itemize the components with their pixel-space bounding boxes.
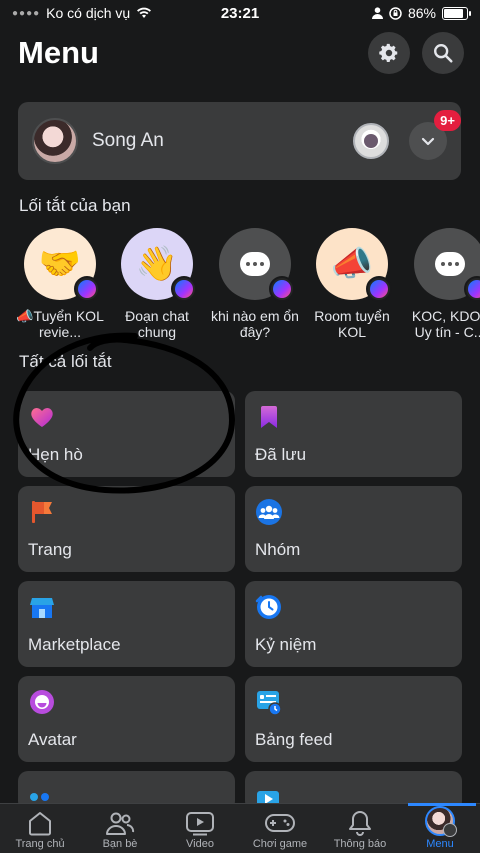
- tab-home[interactable]: Trang chủ: [0, 804, 80, 853]
- search-button[interactable]: [422, 32, 464, 74]
- wifi-icon: [137, 7, 152, 19]
- tab-label: Menu: [426, 838, 454, 850]
- tile-label: Marketplace: [28, 635, 121, 654]
- profile-switcher-button[interactable]: 9+: [409, 110, 461, 160]
- video-icon: [186, 812, 214, 836]
- tab-notifications[interactable]: Thông báo: [320, 804, 400, 853]
- rotation-lock-icon: [389, 6, 402, 20]
- tile-dating[interactable]: Hẹn hò: [18, 391, 235, 477]
- tile-label: Bảng feed: [255, 730, 333, 749]
- tab-label: Video: [186, 838, 214, 850]
- tile-label: Avatar: [28, 730, 77, 749]
- profile-name: Song An: [92, 130, 164, 151]
- messenger-icon: [464, 276, 480, 302]
- shortcut-item[interactable]: 🤝 📣Tuyển KOL revie...: [12, 228, 108, 342]
- shortcut-avatar: 👋: [121, 228, 197, 302]
- shortcut-item[interactable]: KOC, KDOL Uy tín - C...: [402, 228, 480, 342]
- clock-icon: [255, 595, 281, 619]
- heart-icon: [31, 408, 53, 427]
- search-icon: [434, 44, 453, 63]
- all-shortcuts-title: Tất cả lối tắt: [19, 352, 112, 371]
- avatar: [32, 118, 78, 164]
- bookmark-icon: [261, 406, 277, 428]
- home-icon: [29, 812, 51, 836]
- waving-hand-icon: 👋: [135, 245, 179, 283]
- messenger-icon: [74, 276, 100, 302]
- profile-avatar: [425, 806, 457, 837]
- page-title: Menu: [18, 35, 99, 70]
- tile-label: Đã lưu: [255, 445, 307, 464]
- tab-label: Bạn bè: [102, 838, 138, 850]
- shortcut-item[interactable]: 👋 Đoạn chat chung: [109, 228, 205, 342]
- battery-icon: [442, 6, 471, 20]
- carrier-label: Ko có dịch vụ: [46, 5, 131, 21]
- tile-saved[interactable]: Đã lưu: [245, 391, 462, 477]
- tile-marketplace[interactable]: Marketplace: [18, 581, 235, 667]
- store-icon: [30, 598, 54, 618]
- shortcut-label: khi nào em ổn đây?: [211, 308, 299, 340]
- tile-label: Hẹn hò: [28, 445, 83, 464]
- handshake-icon: 🤝: [38, 245, 82, 283]
- shortcut-avatar: 🤝: [24, 228, 100, 302]
- tile-feeds[interactable]: Bảng feed: [245, 676, 462, 762]
- notification-badge: 9+: [434, 110, 461, 131]
- chat-bubble-icon: [240, 252, 270, 276]
- shortcut-label: KOC, KDOL Uy tín - C...: [411, 308, 480, 340]
- shortcuts-row: 🤝 📣Tuyển KOL revie... 👋 Đoạn chat chung …: [0, 228, 480, 358]
- tab-label: Thông báo: [333, 838, 387, 850]
- tile-label: Trang: [28, 540, 72, 559]
- messenger-icon: [269, 276, 295, 302]
- tab-video[interactable]: Video: [160, 804, 240, 853]
- tile-pages[interactable]: Trang: [18, 486, 235, 572]
- shortcut-item[interactable]: 📣 Room tuyển KOL: [304, 228, 400, 342]
- chat-bubble-icon: [435, 252, 465, 276]
- tab-menu[interactable]: Menu: [400, 803, 480, 853]
- person-icon: [371, 7, 383, 19]
- groups-icon: [256, 499, 282, 525]
- shortcut-avatar: 📣: [316, 228, 392, 302]
- tab-gaming[interactable]: Chơi game: [240, 804, 320, 853]
- shortcut-item[interactable]: khi nào em ổn đây?: [207, 228, 303, 342]
- bell-icon: [349, 811, 371, 836]
- shortcut-avatar: [219, 228, 295, 302]
- tab-bar: Trang chủ Bạn bè Video Chơi game Thông b…: [0, 803, 480, 853]
- flag-icon: [32, 501, 52, 523]
- status-bar: ●●●● Ko có dịch vụ 23:21 86%: [0, 0, 480, 26]
- feed-icon: [257, 691, 282, 716]
- tab-label: Trang chủ: [15, 838, 65, 850]
- tile-label: Nhóm: [255, 540, 301, 559]
- chevron-down-icon: [421, 137, 435, 146]
- messenger-icon: [171, 276, 197, 302]
- tile-label: Kỷ niệm: [255, 635, 317, 654]
- shortcut-label: 📣Tuyển KOL revie...: [16, 308, 104, 340]
- avatar-icon: [30, 690, 54, 714]
- shortcut-avatar: [414, 228, 480, 302]
- header: Menu: [18, 30, 464, 76]
- signal-icon: ●●●●: [12, 7, 41, 19]
- messenger-icon: [366, 276, 392, 302]
- tile-groups[interactable]: Nhóm: [245, 486, 462, 572]
- shortcut-label: Đoạn chat chung: [125, 308, 189, 340]
- settings-button[interactable]: [368, 32, 410, 74]
- tile-avatar[interactable]: Avatar: [18, 676, 235, 762]
- profile-card[interactable]: Song An 9+: [18, 102, 461, 180]
- tab-friends[interactable]: Bạn bè: [80, 804, 160, 853]
- friends-icon: [106, 812, 135, 835]
- shortcut-label: Room tuyển KOL: [314, 308, 390, 340]
- switch-profile-avatar[interactable]: [353, 123, 389, 159]
- tile-memories[interactable]: Kỷ niệm: [245, 581, 462, 667]
- gear-icon: [379, 43, 398, 62]
- gamepad-icon: [265, 814, 295, 832]
- battery-percent: 86%: [407, 5, 436, 21]
- tab-label: Chơi game: [252, 838, 308, 850]
- megaphone-icon: 📣: [330, 245, 374, 283]
- shortcuts-title: Lối tắt của bạn: [19, 196, 131, 215]
